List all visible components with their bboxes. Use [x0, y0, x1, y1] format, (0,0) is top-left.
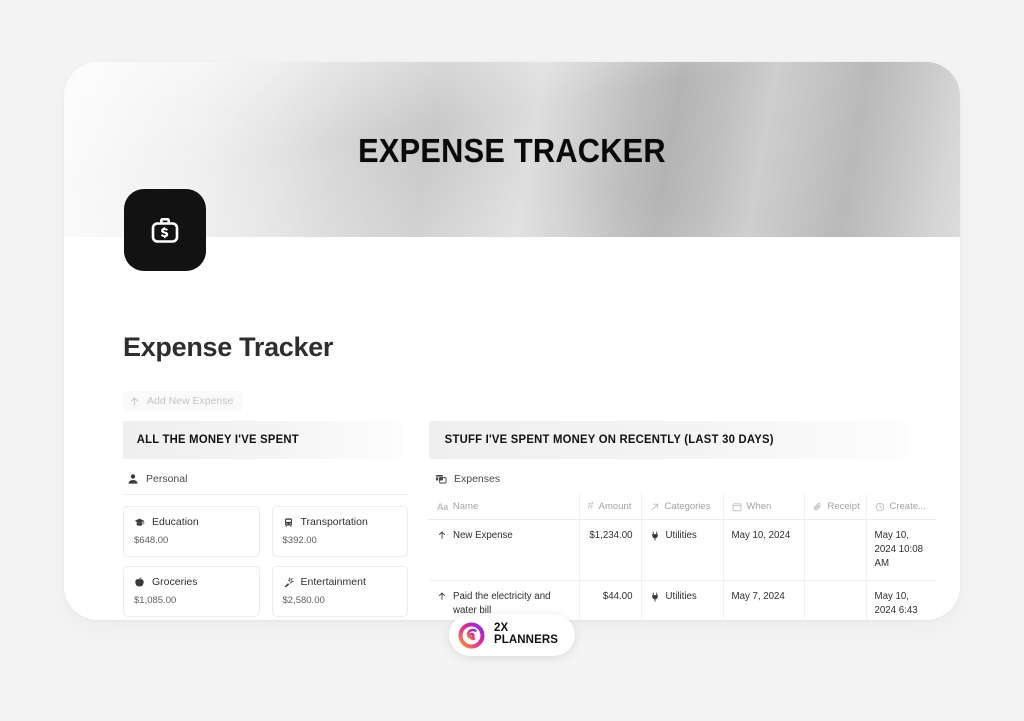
- plug-icon: [650, 531, 660, 541]
- category-card[interactable]: Groceries $1,085.00: [123, 566, 260, 617]
- cell-category[interactable]: Utilities: [641, 580, 724, 620]
- notion-template-mockup-card: EXPENSE TRACKER Expense Tracker Add New …: [64, 62, 960, 620]
- cell-when[interactable]: May 7, 2024: [723, 580, 805, 620]
- relation-arrow-icon: [650, 502, 660, 512]
- left-column: ALL THE MONEY I'VE SPENT Personal Educat…: [123, 421, 408, 620]
- brand-logo-line2: PLANNERS: [493, 634, 559, 646]
- column-header-label: Name: [452, 501, 479, 512]
- column-header-name[interactable]: Aa Name: [429, 494, 580, 520]
- category-card-label: Transportation: [300, 516, 368, 528]
- cell-receipt[interactable]: [804, 519, 867, 582]
- briefcase-dollar-icon[interactable]: [124, 189, 206, 271]
- arrow-up-icon: [437, 530, 447, 540]
- clock-icon: [875, 502, 885, 512]
- number-type-icon: #: [587, 500, 594, 512]
- column-header-amount[interactable]: # Amount: [579, 494, 642, 520]
- add-new-expense-button[interactable]: Add New Expense: [123, 391, 244, 411]
- category-card-header: Education: [134, 516, 249, 528]
- cell-created: May 10, 2024 10:08 AM: [866, 519, 936, 582]
- paperclip-icon: [813, 502, 823, 512]
- arrow-up-icon: [437, 591, 447, 601]
- category-card-amount: $648.00: [134, 535, 169, 546]
- column-header-label: Amount: [598, 501, 632, 512]
- column-header-label: When: [746, 501, 772, 512]
- cell-category-text: Utilities: [665, 530, 697, 541]
- cell-category[interactable]: Utilities: [641, 519, 724, 582]
- category-card[interactable]: Entertainment $2,580.00: [271, 566, 408, 617]
- table-header-row: Aa Name # Amount Categories When Receipt…: [429, 494, 936, 520]
- page-title: Expense Tracker: [123, 332, 334, 362]
- table-row[interactable]: New Expense $1,234.00 Utilities May 10, …: [429, 519, 936, 582]
- category-card-amount: $2,580.00: [282, 595, 325, 606]
- apple-icon: [134, 577, 145, 588]
- cell-name-text: New Expense: [453, 530, 513, 541]
- category-card-header: Transportation: [283, 516, 398, 528]
- category-card-header: Entertainment: [283, 576, 398, 588]
- brand-logo-text: 2X PLANNERS: [494, 623, 558, 646]
- category-card-amount: $392.00: [282, 535, 317, 546]
- graduation-cap-icon: [134, 517, 145, 528]
- database-icon: [435, 473, 447, 485]
- page-body: Expense Tracker Add New Expense ALL THE …: [64, 189, 960, 620]
- 2x-planners-ring-logo-icon: [458, 621, 485, 649]
- cell-amount[interactable]: $1,234.00: [579, 519, 642, 582]
- category-card-header: Groceries: [134, 576, 249, 588]
- column-header-label: Create...: [889, 501, 926, 512]
- cell-receipt[interactable]: [804, 580, 867, 620]
- column-header-label: Receipt: [827, 501, 860, 512]
- category-card-label: Entertainment: [300, 576, 366, 588]
- cell-when[interactable]: May 10, 2024: [723, 519, 805, 582]
- group-header-personal[interactable]: Personal: [123, 459, 408, 495]
- category-card-grid: Education $648.00 Transportation $392.00…: [123, 495, 408, 620]
- person-icon: [127, 473, 139, 485]
- database-title-label: Expenses: [454, 473, 501, 485]
- category-card[interactable]: Education $648.00: [123, 506, 260, 557]
- cell-amount[interactable]: $44.00: [579, 580, 642, 620]
- column-header-receipt[interactable]: Receipt: [804, 494, 867, 520]
- brand-logo-pill[interactable]: 2X PLANNERS: [448, 614, 576, 656]
- firework-icon: [283, 576, 294, 588]
- bus-icon: [283, 517, 294, 528]
- category-card-amount: $1,085.00: [134, 595, 177, 606]
- text-type-icon: Aa: [437, 501, 448, 512]
- banner-title: EXPENSE TRACKER: [358, 132, 666, 169]
- cell-category-text: Utilities: [665, 591, 697, 603]
- cell-created: May 10, 2024 6:43 AM: [866, 580, 936, 620]
- add-new-expense-label: Add New Expense: [147, 395, 234, 407]
- plug-icon: [650, 592, 660, 602]
- group-header-label: Personal: [146, 473, 188, 485]
- column-header-created[interactable]: Create...: [866, 494, 936, 520]
- column-header-label: Categories: [664, 501, 711, 512]
- category-card-label: Education: [152, 516, 199, 528]
- right-column: STUFF I'VE SPENT MONEY ON RECENTLY (LAST…: [429, 421, 936, 620]
- category-card[interactable]: Transportation $392.00: [271, 506, 408, 557]
- column-header-when[interactable]: When: [723, 494, 805, 520]
- left-section-title: ALL THE MONEY I'VE SPENT: [123, 421, 403, 459]
- cell-name[interactable]: New Expense: [429, 519, 580, 582]
- calendar-icon: [732, 502, 742, 512]
- category-card-label: Groceries: [152, 576, 198, 588]
- right-section-title: STUFF I'VE SPENT MONEY ON RECENTLY (LAST…: [429, 421, 910, 459]
- content-columns: ALL THE MONEY I'VE SPENT Personal Educat…: [64, 421, 960, 620]
- expenses-table: Aa Name # Amount Categories When Receipt…: [429, 494, 936, 620]
- database-title-row[interactable]: Expenses: [429, 459, 919, 494]
- column-header-categories[interactable]: Categories: [641, 494, 724, 520]
- arrow-up-icon: [129, 396, 140, 407]
